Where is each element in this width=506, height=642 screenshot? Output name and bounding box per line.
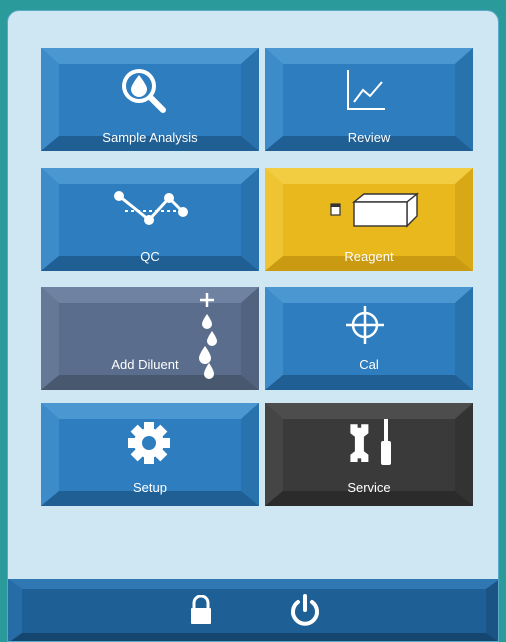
service-label: Service — [347, 480, 391, 495]
gear-icon — [128, 422, 170, 464]
tools-icon — [350, 419, 391, 465]
reagent-label: Reagent — [344, 249, 394, 264]
sample-analysis-label: Sample Analysis — [102, 130, 198, 145]
crosshair-icon — [346, 306, 384, 344]
qc-chart-icon — [114, 191, 188, 225]
footer-bar — [8, 579, 498, 641]
power-icon[interactable] — [288, 593, 322, 627]
drop-search-icon — [122, 69, 166, 113]
line-chart-icon — [347, 70, 385, 110]
add-diluent-label: Add Diluent — [111, 357, 179, 372]
cal-label: Cal — [359, 357, 379, 372]
sample-analysis-button[interactable]: Sample Analysis — [41, 48, 259, 151]
qc-button[interactable]: QC — [41, 168, 259, 271]
qc-label: QC — [140, 249, 160, 264]
reagent-button[interactable]: Reagent — [265, 168, 483, 271]
cal-button[interactable]: Cal — [265, 287, 483, 390]
review-button[interactable]: Review — [265, 48, 483, 151]
setup-button[interactable]: Setup — [41, 403, 259, 506]
review-label: Review — [347, 130, 391, 145]
setup-label: Setup — [133, 480, 167, 495]
main-panel: Sample Analysis Review QC Reagent Add Di… — [7, 10, 499, 642]
add-diluent-button[interactable]: Add Diluent — [41, 287, 259, 390]
reagent-box-icon — [330, 192, 419, 228]
service-button[interactable]: Service — [265, 403, 483, 506]
lock-icon[interactable] — [189, 595, 213, 625]
